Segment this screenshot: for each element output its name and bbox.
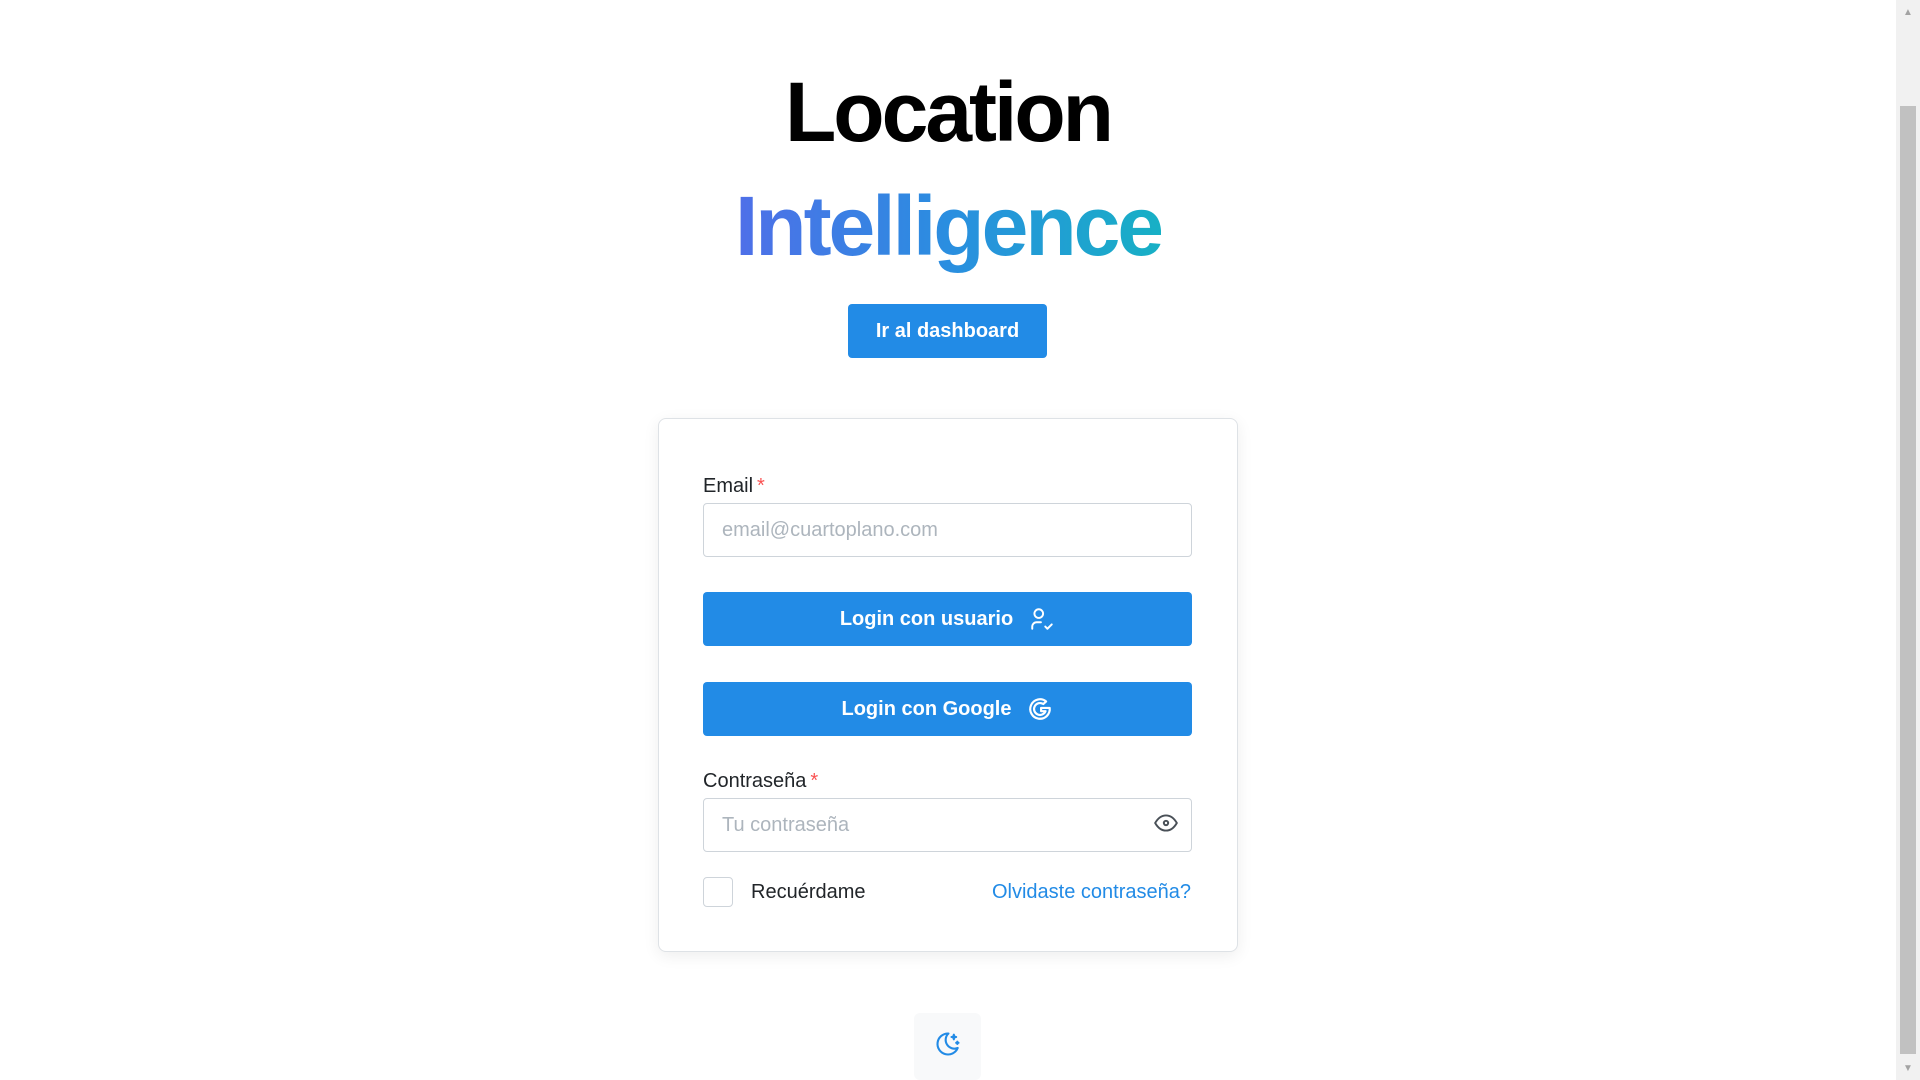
- scroll-down-arrow-icon[interactable]: ▼: [1896, 1058, 1920, 1078]
- scrollbar-thumb[interactable]: [1900, 106, 1916, 1054]
- required-mark: *: [757, 475, 765, 497]
- password-input[interactable]: [703, 798, 1192, 852]
- login-user-button-label: Login con usuario: [839, 607, 1014, 630]
- vertical-scrollbar[interactable]: ▲ ▼: [1896, 0, 1920, 1080]
- email-input[interactable]: [703, 503, 1192, 557]
- moon-stars-icon: [934, 1030, 962, 1063]
- eye-icon[interactable]: [1153, 810, 1179, 836]
- login-google-button[interactable]: Login con Google: [703, 682, 1192, 736]
- go-to-dashboard-button[interactable]: Ir al dashboard: [848, 304, 1047, 358]
- scroll-up-arrow-icon[interactable]: ▲: [1896, 2, 1920, 22]
- title-line-location: Location: [785, 65, 1114, 159]
- login-card: Email* Login con usuario Login con Googl…: [658, 418, 1238, 952]
- required-mark: *: [810, 770, 819, 792]
- user-check-icon: [1029, 606, 1055, 632]
- google-icon: [1027, 696, 1053, 722]
- password-label: Contraseña *: [703, 769, 818, 793]
- title-intelligence-text: Intelligence: [734, 179, 1164, 273]
- password-label-text: Contraseña: [703, 770, 807, 792]
- remember-me-checkbox[interactable]: [703, 877, 733, 907]
- email-label-text: Email: [703, 475, 754, 497]
- email-label: Email *: [703, 474, 765, 498]
- login-user-button[interactable]: Login con usuario: [703, 592, 1192, 646]
- forgot-password-link[interactable]: Olvidaste contraseña?: [992, 880, 1191, 904]
- main-content: Location Intelligence Ir al dashboard Em…: [0, 0, 1896, 1080]
- login-google-button-label: Login con Google: [841, 697, 1012, 720]
- login-page: Location Intelligence Ir al dashboard Em…: [0, 0, 1920, 1080]
- remember-me-label[interactable]: Recuérdame: [751, 880, 866, 904]
- theme-toggle-button[interactable]: [914, 1013, 981, 1080]
- title-line-intelligence: Intelligence: [0, 176, 1896, 276]
